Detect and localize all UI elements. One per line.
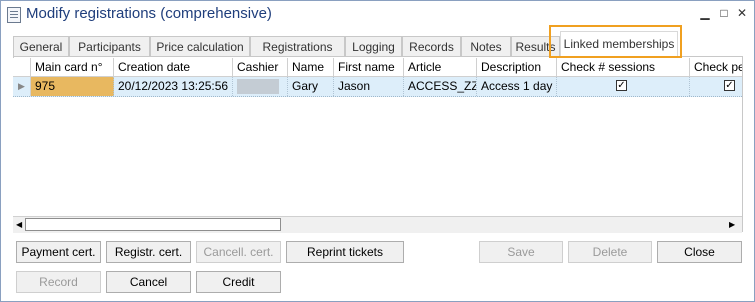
check-per-cell[interactable]: ✓ — [690, 77, 742, 96]
cashier-blurred-value — [237, 79, 279, 94]
row-indicator-icon: ▶ — [13, 77, 31, 96]
creation-date-cell[interactable]: 20/12/2023 13:25:56 — [114, 77, 233, 96]
scroll-right-icon[interactable]: ▶ — [729, 220, 735, 229]
title-bar: Modify registrations (comprehensive) ▁ □… — [1, 1, 754, 29]
tab-logging[interactable]: Logging — [345, 36, 402, 56]
scrollbar-thumb[interactable] — [25, 218, 281, 231]
maximize-button[interactable]: □ — [717, 6, 731, 20]
credit-button[interactable]: Credit — [196, 271, 281, 293]
name-cell[interactable]: Gary — [288, 77, 334, 96]
column-header-article[interactable]: Article — [404, 58, 477, 76]
tab-records[interactable]: Records — [402, 36, 461, 56]
check-per-checkbox[interactable]: ✓ — [724, 80, 735, 91]
tab-notes[interactable]: Notes — [461, 36, 511, 56]
table-row[interactable]: ▶ 975 20/12/2023 13:25:56 Gary Jason ACC… — [13, 77, 742, 97]
document-icon — [7, 7, 21, 23]
tab-results[interactable]: Results — [511, 36, 560, 56]
tab-strip: General Participants Price calculation R… — [13, 31, 743, 57]
check-sessions-cell[interactable]: ✓ — [557, 77, 690, 96]
scroll-left-icon[interactable]: ◀ — [16, 220, 22, 229]
column-header-name[interactable]: Name — [288, 58, 334, 76]
column-header-first-name[interactable]: First name — [334, 58, 404, 76]
article-cell[interactable]: ACCESS_ZZ — [404, 77, 477, 96]
registration-cert-button[interactable]: Registr. cert. — [106, 241, 191, 263]
check-sessions-checkbox[interactable]: ✓ — [616, 80, 627, 91]
column-header-description[interactable]: Description — [477, 58, 557, 76]
delete-button[interactable]: Delete — [568, 241, 652, 263]
column-header-main-card[interactable]: Main card n° — [31, 58, 114, 76]
main-card-cell[interactable]: 975 — [31, 77, 114, 96]
row-indicator-header — [13, 58, 31, 76]
first-name-cell[interactable]: Jason — [334, 77, 404, 96]
record-button[interactable]: Record — [16, 271, 101, 293]
cancellation-cert-button[interactable]: Cancell. cert. — [196, 241, 281, 263]
tab-participants[interactable]: Participants — [69, 36, 150, 56]
linked-memberships-grid: Main card n° Creation date Cashier Name … — [13, 58, 742, 217]
grid-header: Main card n° Creation date Cashier Name … — [13, 58, 742, 77]
close-window-button[interactable]: ✕ — [735, 6, 749, 20]
column-header-creation-date[interactable]: Creation date — [114, 58, 233, 76]
cashier-cell[interactable] — [233, 77, 288, 96]
window-title: Modify registrations (comprehensive) — [26, 5, 272, 22]
tab-linked-memberships[interactable]: Linked memberships — [560, 31, 678, 57]
modify-registrations-window: Modify registrations (comprehensive) ▁ □… — [0, 0, 755, 302]
horizontal-scrollbar[interactable]: ◀ ▶ — [13, 216, 742, 233]
description-cell[interactable]: Access 1 day — [477, 77, 557, 96]
tab-registrations[interactable]: Registrations — [250, 36, 345, 56]
column-header-check-per[interactable]: Check per — [690, 58, 742, 76]
close-button[interactable]: Close — [657, 241, 742, 263]
column-header-check-sessions[interactable]: Check # sessions — [557, 58, 690, 76]
save-button[interactable]: Save — [479, 241, 563, 263]
reprint-tickets-button[interactable]: Reprint tickets — [286, 241, 404, 263]
payment-cert-button[interactable]: Payment cert. — [16, 241, 101, 263]
cancel-button[interactable]: Cancel — [106, 271, 191, 293]
minimize-button[interactable]: ▁ — [698, 6, 712, 20]
tab-price-calculation[interactable]: Price calculation — [150, 36, 250, 56]
tab-general[interactable]: General — [13, 36, 69, 56]
column-header-cashier[interactable]: Cashier — [233, 58, 288, 76]
